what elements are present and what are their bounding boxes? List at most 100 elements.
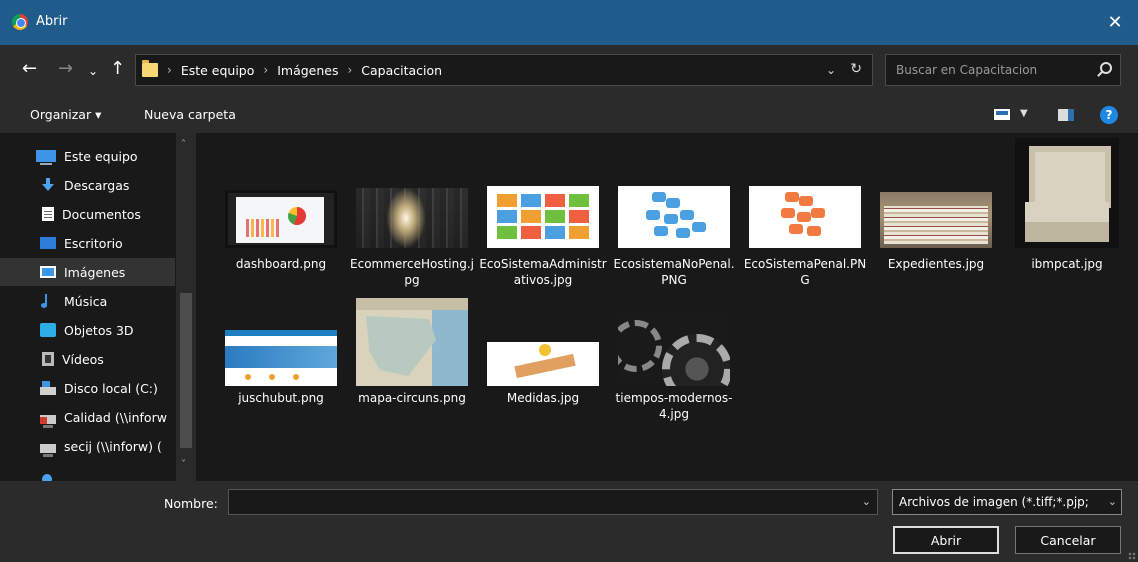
3d-objects-icon bbox=[40, 323, 56, 337]
file-name: tiempos-modernos-4.jpg bbox=[615, 391, 733, 421]
sidebar-item-objetos-3d[interactable]: Objetos 3D bbox=[0, 316, 175, 344]
breadcrumb-separator: › bbox=[167, 63, 172, 77]
change-view-icon[interactable] bbox=[994, 109, 1010, 120]
sidebar-item-label: Música bbox=[64, 293, 108, 309]
search-box bbox=[885, 54, 1121, 86]
sidebar-item-este-equipo[interactable]: Este equipo bbox=[0, 142, 175, 170]
file-name: ibmpcat.jpg bbox=[1031, 257, 1103, 271]
image-thumbnail bbox=[487, 186, 599, 248]
sidebar-item-label: secij (\\inforw) ( bbox=[64, 438, 162, 454]
chrome-icon bbox=[12, 14, 28, 30]
sidebar-item-label: Imágenes bbox=[64, 264, 126, 280]
thumbnail bbox=[217, 296, 345, 386]
file-name: juschubut.png bbox=[238, 391, 324, 405]
scroll-up-arrow[interactable]: ˄ bbox=[181, 139, 186, 150]
file-name-input[interactable] bbox=[229, 490, 854, 514]
sidebar-item-escritorio[interactable]: Escritorio bbox=[0, 229, 175, 257]
file-name: EcosistemaNoPenal.PNG bbox=[613, 257, 735, 287]
desktop-icon bbox=[40, 237, 56, 249]
network-drive-disconnected-icon bbox=[40, 414, 56, 428]
file-name: Medidas.jpg bbox=[506, 391, 580, 405]
file-type-value: Archivos de imagen (*.tiff;*.pjp; bbox=[899, 495, 1089, 509]
resize-grip[interactable] bbox=[1128, 552, 1136, 560]
sidebar-item-calidad[interactable]: Calidad (\\inforw bbox=[0, 403, 175, 431]
scrollbar-thumb[interactable] bbox=[180, 293, 192, 448]
thumbnail bbox=[872, 138, 1000, 248]
sidebar-item-label: Calidad (\\inforw bbox=[64, 409, 167, 425]
image-thumbnail bbox=[749, 186, 861, 248]
sidebar-item-imagenes[interactable]: Imágenes bbox=[0, 258, 175, 286]
search-icon[interactable] bbox=[1100, 62, 1112, 74]
image-thumbnail bbox=[487, 342, 599, 386]
thumbnail bbox=[217, 138, 345, 248]
file-name: Expedientes.jpg bbox=[887, 257, 985, 271]
command-bar: Organizar ▾ Nueva carpeta ▼ ? bbox=[0, 95, 1138, 133]
videos-icon bbox=[42, 352, 54, 366]
scroll-down-arrow[interactable]: ˅ bbox=[181, 459, 186, 470]
search-input[interactable] bbox=[886, 55, 1086, 85]
navigation-bar: ← → ⌄ ↑ › Este equipo › Imágenes › Capac… bbox=[0, 45, 1138, 95]
thumbnail bbox=[348, 296, 476, 386]
file-type-select[interactable]: Archivos de imagen (*.tiff;*.pjp; ⌄ bbox=[892, 489, 1122, 515]
sidebar-scrollbar[interactable]: ˄ ˅ bbox=[176, 133, 196, 481]
image-thumbnail bbox=[356, 298, 468, 386]
breadcrumb-capacitacion[interactable]: Capacitacion bbox=[361, 63, 442, 78]
folder-icon bbox=[142, 60, 158, 77]
preview-pane-icon[interactable] bbox=[1058, 109, 1074, 121]
breadcrumb-este-equipo[interactable]: Este equipo bbox=[181, 63, 255, 78]
recent-locations-button[interactable]: ⌄ bbox=[88, 61, 98, 81]
address-bar[interactable]: › Este equipo › Imágenes › Capacitacion … bbox=[135, 54, 873, 86]
sidebar-item-label: Este equipo bbox=[64, 148, 138, 164]
breadcrumb-imagenes[interactable]: Imágenes bbox=[277, 63, 338, 78]
sidebar-item-documentos[interactable]: Documentos bbox=[0, 200, 175, 228]
new-folder-button[interactable]: Nueva carpeta bbox=[144, 107, 236, 122]
dialog-footer: Nombre: ⌄ Archivos de imagen (*.tiff;*.p… bbox=[0, 481, 1138, 562]
music-icon bbox=[40, 294, 56, 308]
file-name-combobox: ⌄ bbox=[228, 489, 878, 515]
up-button[interactable]: ↑ bbox=[110, 59, 125, 79]
chevron-down-icon: ⌄ bbox=[1107, 495, 1117, 508]
sidebar-item-musica[interactable]: Música bbox=[0, 287, 175, 315]
sidebar-item-videos[interactable]: Vídeos bbox=[0, 345, 175, 373]
image-thumbnail bbox=[880, 192, 992, 248]
close-button[interactable]: ✕ bbox=[1092, 0, 1138, 45]
file-name: mapa-circuns.png bbox=[358, 391, 466, 405]
breadcrumb-separator[interactable]: › bbox=[347, 63, 352, 77]
local-disk-icon bbox=[40, 381, 56, 395]
network-drive-icon bbox=[40, 443, 56, 457]
image-thumbnail bbox=[618, 186, 730, 248]
file-name-dropdown-button[interactable]: ⌄ bbox=[862, 495, 871, 508]
sidebar-item-label: Descargas bbox=[64, 177, 130, 193]
sidebar-item-descargas[interactable]: Descargas bbox=[0, 171, 175, 199]
sidebar-item-network-partial[interactable] bbox=[0, 465, 175, 481]
image-thumbnail bbox=[618, 314, 730, 386]
navigation-pane: Este equipo Descargas Documentos Escrito… bbox=[0, 133, 197, 481]
open-button[interactable]: Abrir bbox=[893, 526, 999, 554]
sidebar-item-label: Disco local (C:) bbox=[64, 380, 158, 396]
back-button[interactable]: ← bbox=[22, 59, 37, 79]
forward-button[interactable]: → bbox=[58, 59, 73, 79]
breadcrumb-separator[interactable]: › bbox=[263, 63, 268, 77]
title-bar: Abrir ✕ bbox=[0, 0, 1138, 45]
view-options-dropdown[interactable]: ▼ bbox=[1020, 108, 1028, 119]
window-title: Abrir bbox=[36, 14, 68, 29]
file-list: dashboard.png EcommerceHosting.jpg EcoSi… bbox=[205, 138, 1138, 481]
thumbnail bbox=[610, 138, 738, 248]
computer-icon bbox=[36, 150, 56, 165]
sidebar-item-label: Objetos 3D bbox=[64, 322, 134, 338]
cancel-button[interactable]: Cancelar bbox=[1015, 526, 1121, 554]
documents-icon bbox=[42, 207, 54, 221]
thumbnail bbox=[741, 138, 869, 248]
thumbnail bbox=[610, 296, 738, 386]
file-name: EcoSistemaAdministrativos.jpg bbox=[479, 257, 607, 287]
sidebar-item-disco-local[interactable]: Disco local (C:) bbox=[0, 374, 175, 402]
refresh-button[interactable]: ↻ bbox=[850, 61, 862, 77]
thumbnail bbox=[1003, 138, 1131, 248]
sidebar-item-label: Escritorio bbox=[64, 235, 123, 251]
pictures-icon bbox=[40, 266, 56, 278]
sidebar-item-label: Documentos bbox=[62, 206, 141, 222]
sidebar-item-secij[interactable]: secij (\\inforw) ( bbox=[0, 432, 175, 460]
help-icon[interactable]: ? bbox=[1100, 106, 1118, 124]
organize-menu[interactable]: Organizar ▾ bbox=[30, 107, 101, 122]
address-dropdown-button[interactable]: ⌄ bbox=[826, 63, 836, 77]
